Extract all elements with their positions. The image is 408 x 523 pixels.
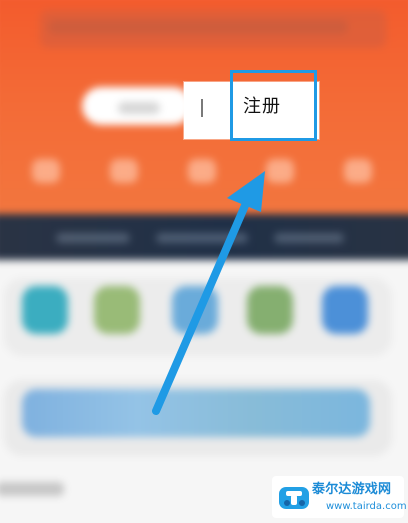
watermark-url: www.tairda.com [326, 501, 407, 512]
bottom-label [0, 482, 64, 496]
register-divider [201, 99, 203, 117]
promo-banner[interactable] [22, 389, 370, 437]
header-shortcut-icon[interactable] [32, 159, 60, 183]
header-shortcut-icon[interactable] [188, 159, 216, 183]
watermark-title: 泰尔达游戏网 [312, 482, 392, 497]
feature-tile[interactable] [247, 286, 293, 334]
screenshot-screen: 注册 泰尔达游戏网 www.tairda.com [0, 0, 408, 523]
register-highlight-box [230, 70, 317, 141]
watermark-badge: 泰尔达游戏网 www.tairda.com [272, 476, 407, 518]
header-shortcut-icon[interactable] [266, 159, 294, 183]
search-placeholder [48, 20, 348, 34]
promo-strip-text [156, 233, 248, 243]
header-shortcut-icon[interactable] [110, 159, 138, 183]
promo-strip-text [274, 233, 344, 243]
feature-tile[interactable] [22, 286, 68, 334]
feature-tile[interactable] [322, 286, 368, 334]
tairda-logo-icon [279, 487, 309, 509]
feature-tile[interactable] [172, 286, 218, 334]
header-shortcut-icon[interactable] [344, 159, 372, 183]
blurred-app-background [0, 0, 408, 523]
promo-strip-text [56, 233, 130, 243]
login-button-label [118, 102, 160, 114]
feature-tile[interactable] [94, 286, 140, 334]
